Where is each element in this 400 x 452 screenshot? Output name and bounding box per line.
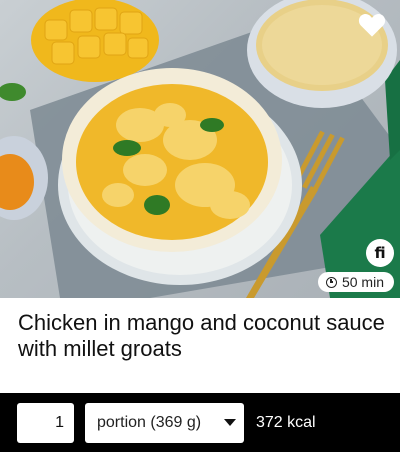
portion-unit-label: portion (369 g): [97, 413, 202, 431]
brand-logo-badge: fi: [366, 239, 394, 267]
recipe-title: Chicken in mango and coconut sauce with …: [18, 310, 385, 361]
favorite-heart-icon[interactable]: [358, 12, 386, 38]
portion-bar: portion (369 g) 372 kcal: [0, 393, 400, 452]
chevron-down-icon: [224, 419, 236, 426]
portion-quantity-input[interactable]: [17, 402, 74, 443]
cooking-time-text: 50 min: [341, 274, 384, 290]
calories-text: 372 kcal: [256, 413, 316, 431]
clock-icon: [325, 276, 337, 288]
portion-unit-select[interactable]: portion (369 g): [85, 402, 244, 443]
food-photo-illustration: [0, 0, 400, 298]
recipe-photo[interactable]: fi 50 min: [0, 0, 400, 298]
brand-logo-text: fi: [374, 244, 386, 262]
cooking-time-badge: 50 min: [317, 272, 394, 292]
